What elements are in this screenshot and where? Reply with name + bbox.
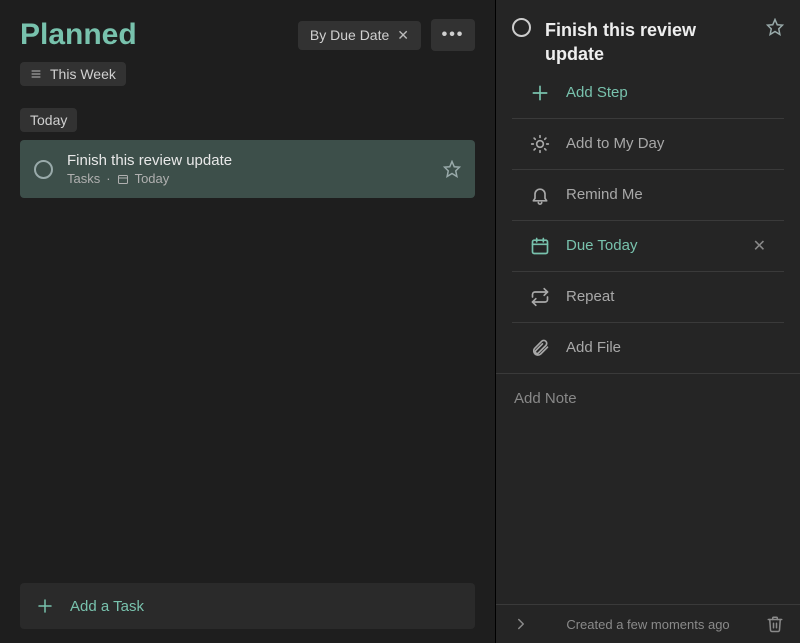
clear-due-icon[interactable]: ✕ bbox=[753, 236, 766, 256]
detail-panel: Finish this review update Add Step Add t… bbox=[495, 0, 800, 643]
task-due-label: Today bbox=[135, 171, 170, 186]
plus-icon bbox=[36, 597, 54, 615]
star-icon[interactable] bbox=[766, 18, 784, 36]
plus-icon bbox=[530, 83, 550, 103]
paperclip-icon bbox=[530, 338, 550, 358]
add-step-button[interactable]: Add Step bbox=[512, 77, 784, 118]
meta-dot: · bbox=[106, 171, 110, 186]
add-task-placeholder: Add a Task bbox=[70, 598, 144, 615]
add-task-input[interactable]: Add a Task bbox=[20, 583, 475, 629]
calendar-icon bbox=[530, 236, 550, 256]
remind-me-label: Remind Me bbox=[566, 186, 766, 203]
sun-icon bbox=[530, 134, 550, 154]
due-date-button[interactable]: Due Today ✕ bbox=[512, 220, 784, 271]
add-step-label: Add Step bbox=[566, 84, 766, 101]
task-meta: Tasks · Today bbox=[67, 171, 429, 186]
add-to-my-day-button[interactable]: Add to My Day bbox=[512, 118, 784, 169]
list-icon bbox=[30, 68, 42, 80]
task-body: Finish this review update Tasks · Today bbox=[67, 152, 429, 186]
repeat-icon bbox=[530, 287, 550, 307]
calendar-icon bbox=[117, 173, 129, 185]
repeat-button[interactable]: Repeat bbox=[512, 271, 784, 322]
detail-complete-checkbox[interactable] bbox=[512, 18, 531, 37]
add-file-label: Add File bbox=[566, 339, 766, 356]
detail-title[interactable]: Finish this review update bbox=[545, 18, 752, 67]
main-panel: Planned By Due Date ✕ ••• This Week Toda… bbox=[0, 0, 495, 643]
group-label[interactable]: Today bbox=[20, 108, 77, 132]
note-input[interactable]: Add Note bbox=[496, 373, 800, 604]
sort-pill[interactable]: By Due Date ✕ bbox=[298, 21, 421, 50]
complete-checkbox[interactable] bbox=[34, 160, 53, 179]
task-title: Finish this review update bbox=[67, 152, 429, 169]
more-button[interactable]: ••• bbox=[431, 19, 475, 51]
task-list-name: Tasks bbox=[67, 171, 100, 186]
add-file-button[interactable]: Add File bbox=[512, 322, 784, 373]
remind-me-button[interactable]: Remind Me bbox=[512, 169, 784, 220]
collapse-panel-icon[interactable] bbox=[512, 615, 530, 633]
task-row[interactable]: Finish this review update Tasks · Today bbox=[20, 140, 475, 198]
add-to-my-day-label: Add to My Day bbox=[566, 135, 766, 152]
filter-pill[interactable]: This Week bbox=[20, 62, 126, 86]
ellipsis-icon: ••• bbox=[442, 26, 465, 44]
page-title: Planned bbox=[20, 18, 288, 52]
repeat-label: Repeat bbox=[566, 288, 766, 305]
sort-label: By Due Date bbox=[310, 27, 389, 43]
detail-header: Finish this review update bbox=[496, 18, 800, 81]
filter-label: This Week bbox=[50, 66, 116, 82]
trash-icon[interactable] bbox=[766, 615, 784, 633]
clear-sort-icon[interactable]: ✕ bbox=[397, 27, 409, 44]
bell-icon bbox=[530, 185, 550, 205]
due-date-label: Due Today bbox=[566, 237, 737, 254]
header: Planned By Due Date ✕ ••• bbox=[0, 18, 495, 52]
star-icon[interactable] bbox=[443, 160, 461, 178]
note-placeholder: Add Note bbox=[514, 390, 577, 407]
detail-footer: Created a few moments ago bbox=[496, 604, 800, 643]
created-timestamp: Created a few moments ago bbox=[542, 617, 754, 632]
